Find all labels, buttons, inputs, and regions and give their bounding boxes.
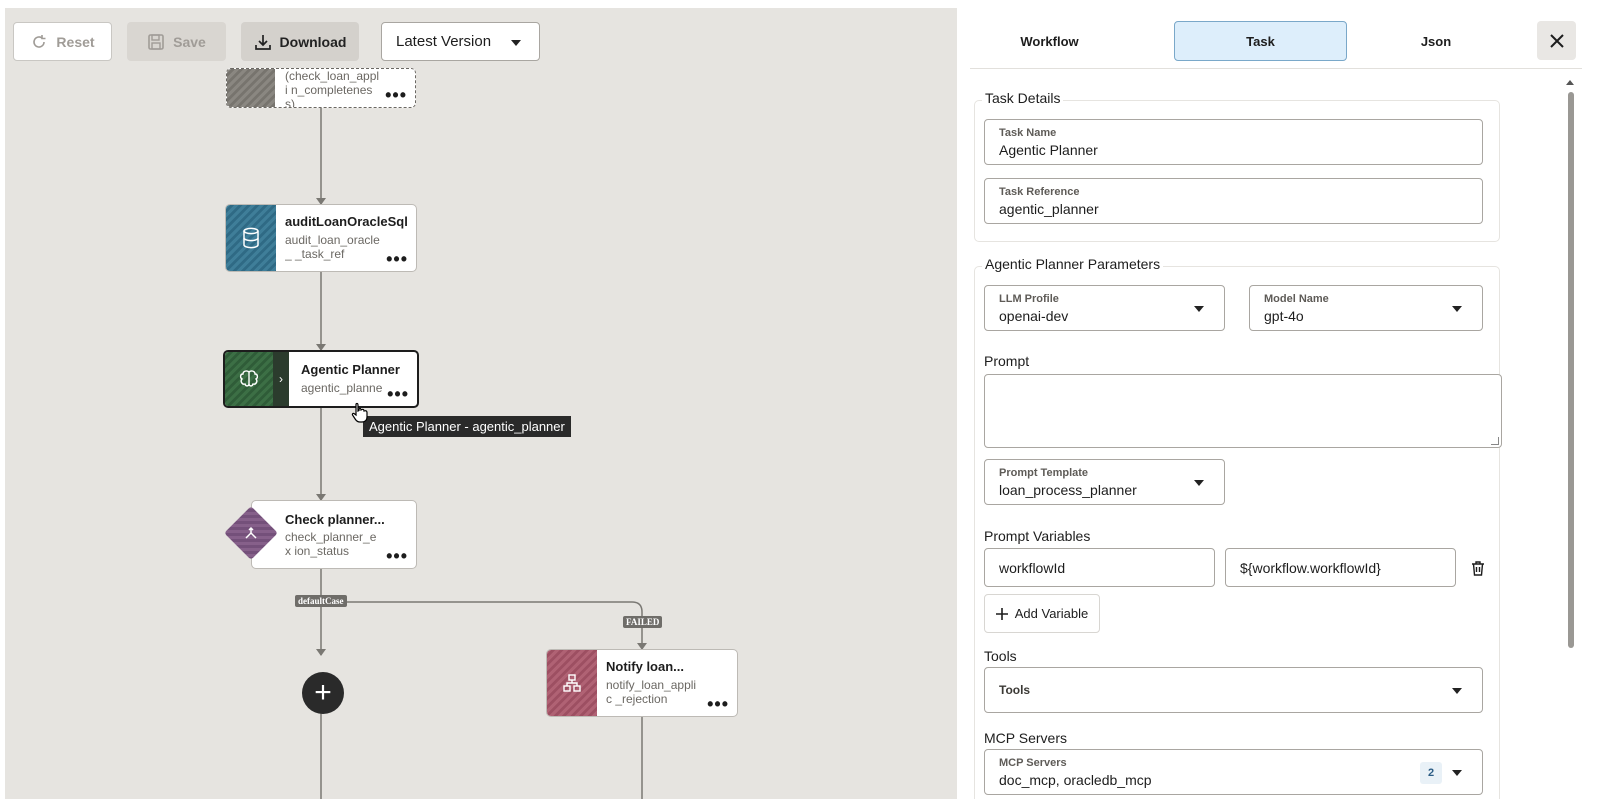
chevron-down-icon [1452,306,1462,312]
tools-select[interactable]: Tools [984,667,1483,713]
task-icon [227,69,275,107]
expand-chevron-icon[interactable]: › [273,352,289,406]
workflow-node-audit-loan-oracle-sql[interactable]: auditLoanOracleSql audit_loan_oracle_ _t… [225,204,417,272]
scroll-up-icon[interactable] [1566,80,1574,85]
save-button[interactable]: Save [127,22,226,61]
resize-handle-icon[interactable] [1491,437,1499,445]
download-label: Download [279,33,347,50]
brain-icon [225,352,273,406]
model-name-value: gpt-4o [1264,308,1304,324]
add-variable-button[interactable]: Add Variable [984,594,1100,633]
app-root: Reset Save Download Latest Version (chec… [0,0,1605,799]
chevron-down-icon [1194,306,1204,312]
edge-arrow-4 [316,649,326,656]
planner-params-legend: Agentic Planner Parameters [982,256,1164,272]
version-select-value: Latest Version [396,33,492,50]
reset-label: Reset [56,33,95,50]
add-node-button[interactable]: + [302,672,344,714]
workflow-canvas[interactable]: Reset Save Download Latest Version (chec… [5,8,957,799]
chevron-down-icon [1452,688,1462,694]
mcp-servers-value: doc_mcp, oracledb_mcp [999,772,1152,788]
chevron-down-icon [1194,480,1204,486]
reset-button[interactable]: Reset [13,22,112,61]
llm-profile-value: openai-dev [999,308,1069,324]
mcp-field-label: MCP Servers [999,757,1067,769]
node-ref: check_planner_ex ion_status [285,530,377,558]
prompt-template-value: loan_process_planner [999,482,1137,498]
hand-cursor-icon [351,402,368,423]
node-menu-button[interactable]: ••• [386,547,408,565]
task-name-label: Task Name [999,127,1057,139]
prompt-template-label: Prompt Template [999,467,1089,479]
refresh-icon [33,34,46,48]
llm-profile-label: LLM Profile [999,293,1059,305]
node-ref: agentic_planne [301,381,383,395]
prompt-textarea[interactable] [984,374,1502,448]
database-icon [226,205,276,271]
tools-label: Tools [984,648,1017,664]
add-variable-label: Add Variable [1014,606,1089,621]
node-title: Agentic Planner [301,362,400,377]
task-reference-label: Task Reference [999,186,1080,198]
node-tooltip: Agentic Planner - agentic_planner [363,416,571,437]
tab-divider [970,68,1582,69]
node-title: Check planner... [285,512,385,527]
save-icon [148,33,164,50]
task-reference-field[interactable]: Task Reference agentic_planner [984,178,1483,224]
tab-json[interactable]: Json [1355,21,1517,61]
save-label: Save [173,33,206,50]
edge-layer [316,108,647,799]
task-details-legend: Task Details [982,90,1064,106]
workflow-node-notify-loan[interactable]: Notify loan... notify_loan_applic _rejec… [546,649,738,717]
task-reference-value: agentic_planner [999,201,1099,217]
version-select[interactable]: Latest Version [381,22,540,61]
task-name-value: Agentic Planner [999,142,1098,158]
node-menu-button[interactable]: ••• [707,695,729,713]
delete-variable-button[interactable] [1468,558,1488,578]
close-button[interactable] [1537,21,1576,60]
prompt-variables-label: Prompt Variables [984,528,1091,544]
prompt-label: Prompt [984,353,1030,369]
prompt-template-select[interactable]: Prompt Template loan_process_planner [984,459,1225,505]
close-icon [1549,33,1564,48]
download-icon [254,34,271,50]
node-menu-button[interactable]: ••• [386,250,408,268]
edge-label-failed: FAILED [623,616,663,628]
fork-icon [547,650,597,716]
model-name-select[interactable]: Model Name gpt-4o [1249,285,1483,331]
chevron-down-icon [1452,770,1462,776]
node-ref: audit_loan_oracle_ _task_ref [285,233,380,261]
node-menu-button[interactable]: ••• [387,385,409,403]
task-name-field[interactable]: Task Name Agentic Planner [984,119,1483,165]
variable-key-input[interactable]: workflowId [984,548,1215,587]
edge-label-default-case: defaultCase [295,595,347,607]
node-ref: notify_loan_applic _rejection [606,678,697,706]
tools-placeholder: Tools [999,683,1031,697]
node-menu-button[interactable]: ••• [385,86,407,104]
scrollbar-thumb[interactable] [1568,92,1574,648]
download-button[interactable]: Download [241,22,359,61]
workflow-node-check-completeness[interactable]: (check_loan_appli n_completeness) ••• [226,68,416,108]
variable-value-input[interactable]: ${workflow.workflowId} [1225,548,1456,587]
llm-profile-select[interactable]: LLM Profile openai-dev [984,285,1225,331]
task-config-panel: Workflow Task Json Task Details Task Nam… [957,8,1605,799]
chevron-down-icon [511,40,521,46]
workflow-node-agentic-planner[interactable]: › Agentic Planner agentic_planne ••• [223,350,419,408]
node-ref: (check_loan_appli n_completeness) [285,69,380,108]
tab-workflow[interactable]: Workflow [967,21,1132,61]
trash-icon [1472,560,1484,576]
mcp-servers-label: MCP Servers [984,730,1067,746]
tab-task[interactable]: Task [1174,21,1347,61]
edge-5 [321,601,643,649]
node-title: auditLoanOracleSql [285,214,408,229]
plus-icon [995,607,1008,620]
mcp-count-badge: 2 [1420,762,1442,784]
mcp-servers-select[interactable]: MCP Servers doc_mcp, oracledb_mcp 2 [984,749,1483,795]
node-title: Notify loan... [606,659,684,674]
model-name-label: Model Name [1264,293,1329,305]
